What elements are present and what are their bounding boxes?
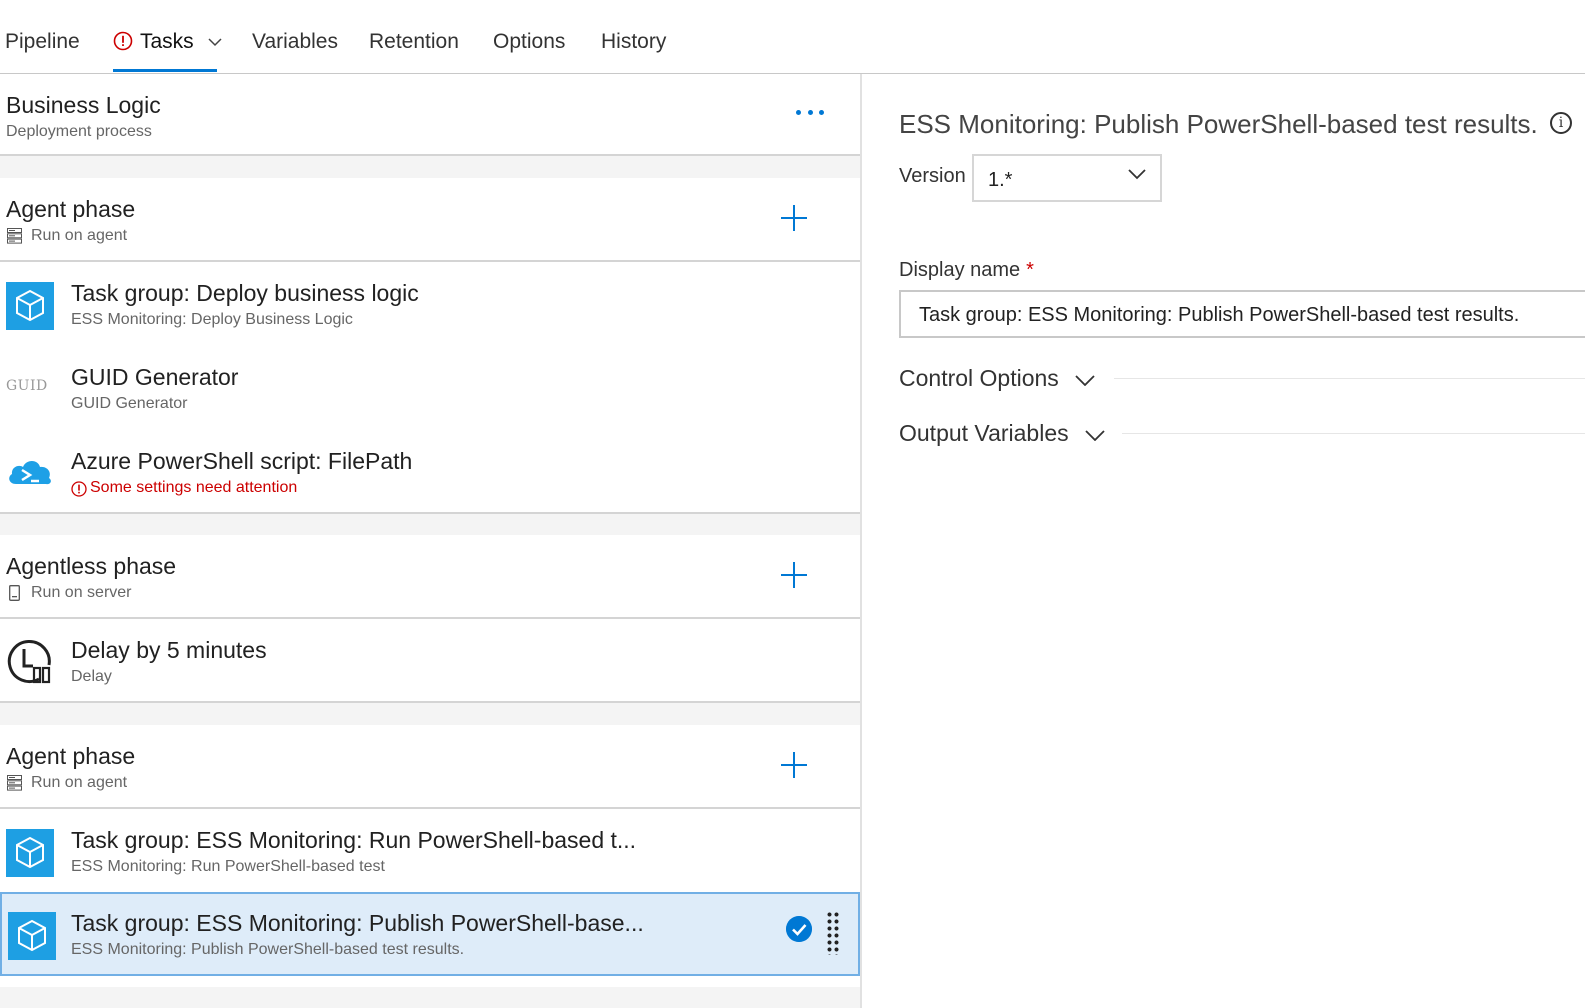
task-title: Task group: ESS Monitoring: Publish Powe…: [71, 910, 644, 936]
phase-title: Agentless phase: [6, 553, 177, 579]
tab-retention[interactable]: Retention: [369, 30, 459, 54]
phase-header-agent-1[interactable]: Agent phase Run on agent: [0, 178, 860, 262]
guid-icon: GUID: [6, 378, 48, 394]
chevron-down-icon: [1075, 375, 1095, 386]
task-group-icon: [6, 282, 54, 330]
task-row[interactable]: GUID GUID Generator GUID Generator: [0, 346, 860, 430]
task-title: Delay by 5 minutes: [71, 637, 267, 663]
phase-subtitle: Run on agent: [31, 774, 128, 791]
error-icon: [71, 481, 87, 497]
task-subtitle: ESS Monitoring: Deploy Business Logic: [71, 311, 353, 328]
server-icon: [9, 585, 20, 601]
task-row[interactable]: Azure PowerShell script: FilePath Some s…: [0, 430, 860, 514]
phase-tasks-agentless: Delay by 5 minutes Delay: [0, 619, 860, 703]
active-tab-indicator: [113, 69, 217, 72]
tab-pipeline[interactable]: Pipeline: [5, 30, 80, 54]
tab-tasks-label: Tasks: [140, 30, 194, 53]
agent-server-icon: [7, 228, 22, 244]
tab-variables[interactable]: Variables: [252, 30, 338, 54]
phase-subtitle: Run on server: [31, 584, 132, 601]
version-label: Version: [899, 165, 966, 187]
task-group-icon: [8, 912, 56, 960]
display-name-value: Task group: ESS Monitoring: Publish Powe…: [919, 304, 1520, 326]
task-row-selected[interactable]: Task group: ESS Monitoring: Publish Powe…: [0, 892, 860, 976]
task-subtitle: ESS Monitoring: Run PowerShell-based tes…: [71, 858, 385, 875]
task-subtitle: Delay: [71, 668, 112, 685]
version-select[interactable]: 1.*: [972, 154, 1162, 202]
task-subtitle: GUID Generator: [71, 395, 188, 412]
task-row[interactable]: Delay by 5 minutes Delay: [0, 619, 860, 703]
warning-icon: [113, 31, 133, 51]
add-task-button[interactable]: [781, 205, 807, 231]
tab-history[interactable]: History: [601, 30, 666, 54]
task-details-heading: ESS Monitoring: Publish PowerShell-based…: [899, 109, 1538, 139]
section-divider: [1122, 433, 1585, 434]
process-header[interactable]: Business Logic Deployment process: [0, 74, 860, 156]
agent-server-icon: [7, 775, 22, 791]
task-warning-text: Some settings need attention: [90, 479, 298, 496]
process-subtitle: Deployment process: [6, 123, 152, 140]
chevron-down-icon: [208, 38, 222, 47]
tab-options[interactable]: Options: [493, 30, 565, 54]
tab-bar: Pipeline Tasks Variables Retention Optio…: [0, 0, 1585, 74]
output-variables-toggle[interactable]: Output Variables: [899, 420, 1105, 447]
task-title: Task group: ESS Monitoring: Run PowerShe…: [71, 827, 637, 853]
task-title: GUID Generator: [71, 364, 239, 390]
phase-title: Agent phase: [6, 743, 136, 769]
add-task-button[interactable]: [781, 752, 807, 778]
section-divider: [1114, 378, 1585, 379]
task-row[interactable]: Task group: ESS Monitoring: Run PowerShe…: [0, 809, 860, 893]
tab-tasks[interactable]: Tasks: [113, 30, 222, 54]
drag-handle-icon[interactable]: [826, 911, 840, 955]
phase-subtitle: Run on agent: [31, 227, 128, 244]
process-title: Business Logic: [6, 92, 161, 118]
azure-powershell-icon: [9, 461, 51, 485]
checkmark-icon[interactable]: [786, 916, 812, 942]
more-actions-button[interactable]: [796, 106, 824, 118]
info-icon[interactable]: i: [1550, 112, 1572, 134]
task-title: Task group: Deploy business logic: [71, 280, 419, 306]
phase-header-agent-2[interactable]: Agent phase Run on agent: [0, 725, 860, 809]
tree-footer-spacer: [0, 987, 860, 1008]
display-name-field[interactable]: Task group: ESS Monitoring: Publish Powe…: [899, 290, 1585, 338]
task-group-icon: [6, 829, 54, 877]
chevron-down-icon: [1085, 430, 1105, 441]
task-row[interactable]: Task group: Deploy business logic ESS Mo…: [0, 262, 860, 346]
task-subtitle: ESS Monitoring: Publish PowerShell-based…: [71, 941, 465, 958]
phase-tasks-agent-1: Task group: Deploy business logic ESS Mo…: [0, 262, 860, 514]
control-options-toggle[interactable]: Control Options: [899, 365, 1095, 392]
delay-icon: [7, 640, 51, 684]
task-title: Azure PowerShell script: FilePath: [71, 448, 413, 474]
version-value: 1.*: [988, 169, 1013, 191]
add-task-button[interactable]: [781, 562, 807, 588]
phase-title: Agent phase: [6, 196, 136, 222]
display-name-label: Display name *: [899, 259, 1034, 281]
phase-header-agentless[interactable]: Agentless phase Run on server: [0, 535, 860, 619]
chevron-down-icon: [1128, 169, 1146, 180]
pane-divider[interactable]: [860, 74, 862, 1008]
